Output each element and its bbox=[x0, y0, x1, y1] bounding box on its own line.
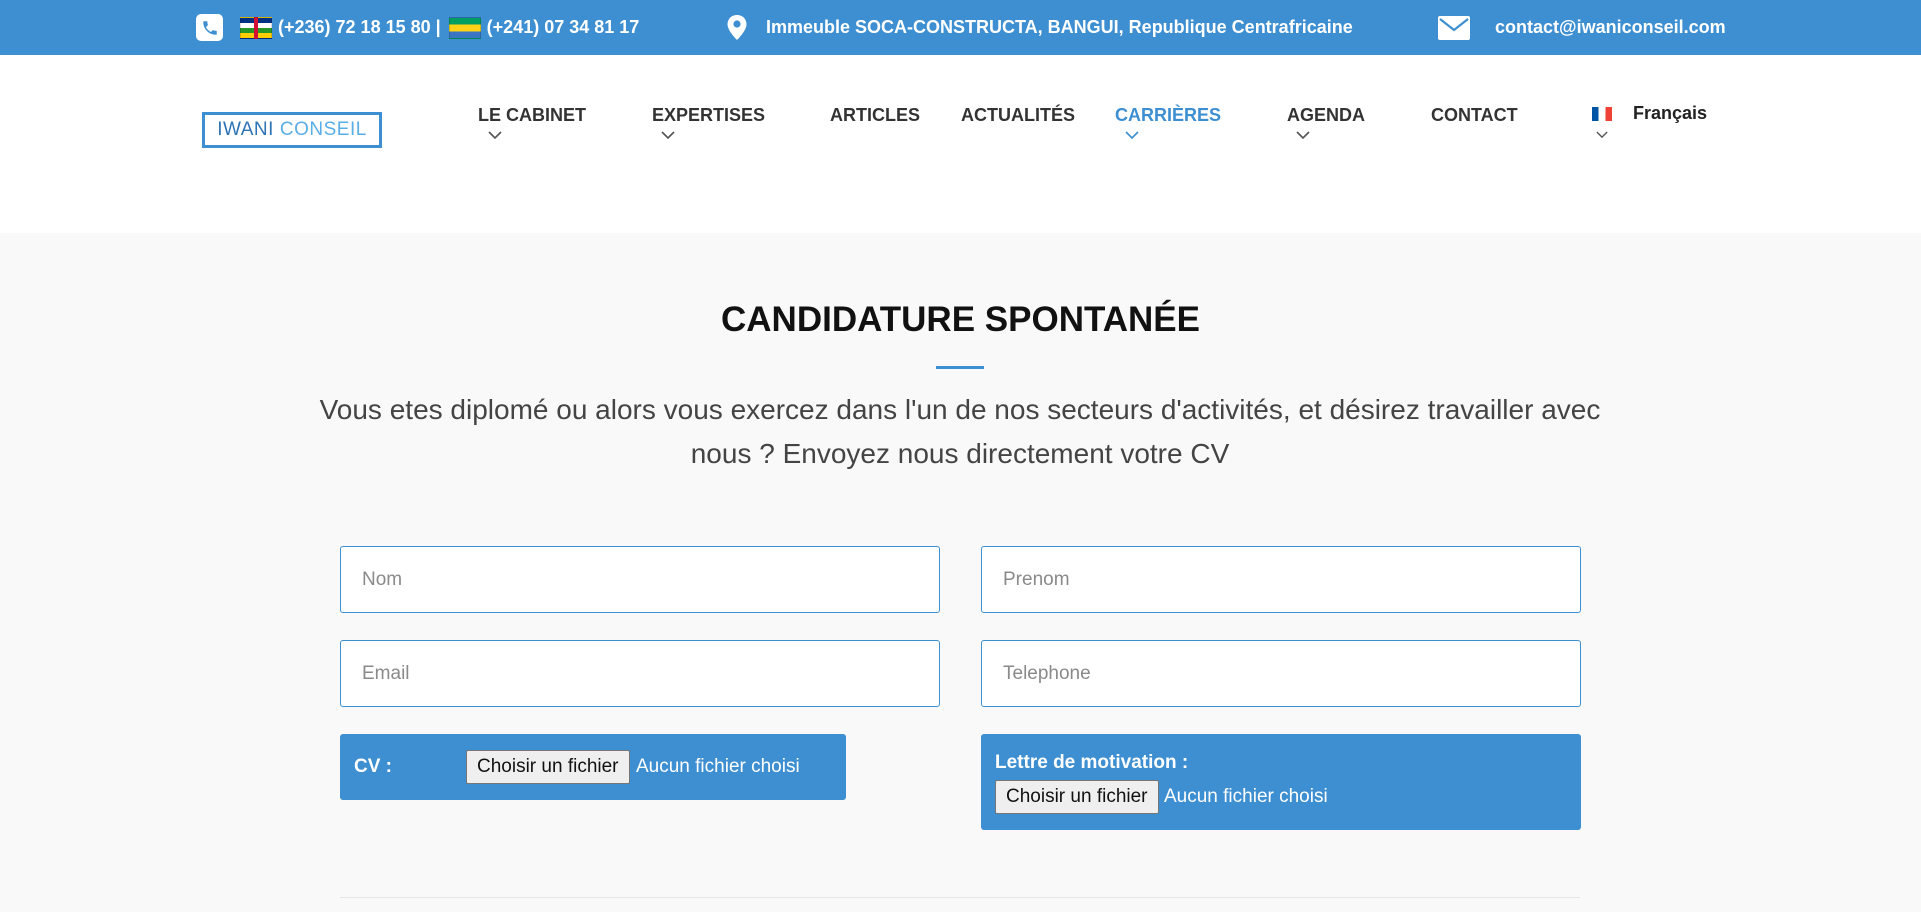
page-title: CANDIDATURE SPONTANÉE bbox=[721, 300, 1200, 339]
france-flag-icon bbox=[1592, 107, 1612, 122]
motivation-letter-file-status: Aucun fichier choisi bbox=[1164, 786, 1328, 807]
motivation-letter-upload-box: Lettre de motivation : Choisir un fichie… bbox=[981, 734, 1581, 830]
phone-number-gabon[interactable]: (+241) 07 34 81 17 bbox=[487, 17, 640, 38]
gabon-flag-icon bbox=[448, 16, 481, 39]
nav-item-label: LE CABINET bbox=[478, 105, 586, 125]
chevron-down-icon bbox=[1125, 131, 1139, 140]
address-text: Immeuble SOCA-CONSTRUCTA, BANGUI, Republ… bbox=[766, 17, 1353, 37]
chevron-down-icon bbox=[488, 131, 502, 140]
cv-label: CV : bbox=[354, 756, 392, 777]
envelope-icon bbox=[1438, 15, 1470, 40]
cv-choose-file-button[interactable]: Choisir un fichier bbox=[466, 750, 630, 784]
phone-icon bbox=[196, 14, 223, 41]
top-bar: (+236) 72 18 15 80 | (+241) 07 34 81 17 … bbox=[0, 0, 1921, 55]
logo-text-iwani: IWANI bbox=[217, 119, 274, 140]
telephone-input[interactable] bbox=[981, 640, 1581, 707]
nom-input[interactable] bbox=[340, 546, 940, 613]
language-selector[interactable]: Français bbox=[1592, 103, 1708, 139]
phone-number-caf[interactable]: (+236) 72 18 15 80 | bbox=[278, 17, 441, 38]
nav-item-carrieres[interactable]: CARRIÈRES bbox=[1115, 105, 1222, 140]
chevron-down-icon bbox=[661, 131, 675, 140]
location-pin-icon bbox=[726, 14, 748, 41]
motivation-letter-label: Lettre de motivation : bbox=[995, 752, 1189, 773]
nav-item-articles[interactable]: ARTICLES bbox=[830, 105, 920, 126]
cv-file-status: Aucun fichier choisi bbox=[636, 756, 800, 777]
nav-item-label: CARRIÈRES bbox=[1115, 105, 1222, 125]
contact-phones: (+236) 72 18 15 80 | (+241) 07 34 81 17 bbox=[196, 0, 639, 55]
nav-item-contact[interactable]: CONTACT bbox=[1431, 105, 1518, 126]
nav-item-label: ARTICLES bbox=[830, 105, 920, 125]
central-african-republic-flag-icon bbox=[240, 16, 272, 39]
chevron-down-icon bbox=[1596, 131, 1608, 139]
nav-item-label: CONTACT bbox=[1431, 105, 1518, 125]
nav-item-label: ACTUALITÉS bbox=[961, 105, 1075, 125]
chevron-down-icon bbox=[1296, 131, 1310, 140]
site-logo[interactable]: IWANI CONSEIL bbox=[202, 112, 382, 148]
nav-item-le-cabinet[interactable]: LE CABINET bbox=[478, 105, 586, 140]
contact-address: Immeuble SOCA-CONSTRUCTA, BANGUI, Republ… bbox=[726, 0, 1353, 55]
nav-item-expertises[interactable]: EXPERTISES bbox=[652, 105, 766, 140]
nav-item-label: AGENDA bbox=[1287, 105, 1366, 125]
prenom-input[interactable] bbox=[981, 546, 1581, 613]
cv-upload-box: CV : Choisir un fichier Aucun fichier ch… bbox=[340, 734, 846, 800]
email-input[interactable] bbox=[340, 640, 940, 707]
nav-item-agenda[interactable]: AGENDA bbox=[1287, 105, 1366, 140]
nav-item-actualites[interactable]: ACTUALITÉS bbox=[961, 105, 1075, 126]
section-divider bbox=[340, 897, 1580, 898]
logo-text-conseil: CONSEIL bbox=[279, 119, 367, 140]
intro-text: Vous etes diplomé ou alors vous exercez … bbox=[319, 394, 1601, 469]
nav-item-label: EXPERTISES bbox=[652, 105, 766, 125]
title-underline bbox=[936, 366, 984, 369]
email-link[interactable]: contact@iwaniconseil.com bbox=[1495, 17, 1726, 38]
motivation-letter-choose-file-button[interactable]: Choisir un fichier bbox=[995, 780, 1159, 814]
language-label: Français bbox=[1633, 103, 1708, 123]
contact-email: contact@iwaniconseil.com bbox=[1438, 0, 1726, 55]
site-header: IWANI CONSEIL LE CABINET EXPERTISES ARTI… bbox=[0, 55, 1921, 233]
